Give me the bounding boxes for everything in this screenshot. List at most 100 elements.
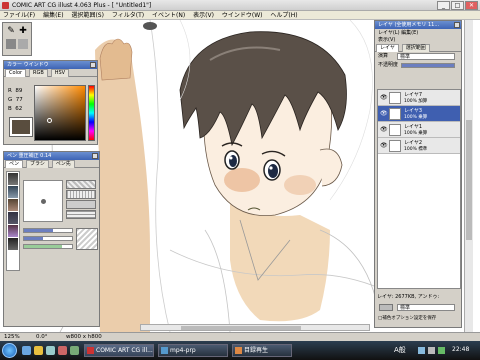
brush-preset-item[interactable] (8, 225, 18, 237)
tab-brush[interactable]: ブラシ (25, 160, 49, 168)
layer-mode: 100% 標準 (404, 147, 428, 152)
network-icon[interactable] (418, 347, 425, 354)
start-button-icon[interactable] (2, 343, 17, 358)
brush-density-slider[interactable] (23, 236, 73, 241)
color-picker-square[interactable] (34, 85, 86, 141)
player-task-icon (235, 347, 242, 354)
menu-filter[interactable]: フィルタ(T) (109, 11, 147, 20)
minimize-button[interactable]: _ (437, 1, 450, 10)
pen-tool-icon[interactable]: ✎ (6, 26, 16, 36)
slider-fill (24, 237, 44, 240)
opacity-slider[interactable] (401, 63, 455, 68)
tab-pen[interactable]: ペン (5, 160, 24, 168)
current-color-swatch[interactable] (9, 117, 33, 137)
layer-row[interactable]: 👁 レイヤ1 100% 乗算 (378, 122, 460, 138)
layer-bottom-select[interactable]: 標準 (397, 304, 455, 311)
horizontal-scrollbar[interactable] (140, 324, 370, 331)
g-value: 77 (15, 97, 23, 103)
brush-preset-item[interactable] (8, 173, 18, 185)
layer-row-selected[interactable]: 👁 レイヤ3 100% 乗算 (378, 106, 460, 122)
texture-swatch[interactable] (66, 200, 96, 209)
menu-selection[interactable]: 選択範囲(S) (68, 11, 107, 20)
eye-icon[interactable]: 👁 (380, 110, 388, 117)
fill-tool-icon[interactable] (18, 39, 28, 49)
vertical-scrollbar-thumb[interactable] (466, 120, 472, 240)
menu-view[interactable]: 表示(V) (190, 11, 217, 20)
layer-menu-edit[interactable]: 編集(E) (401, 30, 418, 36)
system-tray: A般 22:48 (390, 341, 480, 360)
hue-slider[interactable] (88, 85, 95, 141)
menu-help[interactable]: ヘルプ(H) (267, 11, 300, 20)
tab-selection-range[interactable]: 選択範囲 (401, 44, 430, 52)
task-label: mp4-prp (170, 347, 196, 354)
tab-rgb[interactable]: RGB (28, 69, 48, 77)
maximize-button[interactable]: □ (451, 1, 464, 10)
move-tool-icon[interactable]: ✚ (18, 26, 28, 36)
texture-swatch[interactable] (66, 190, 96, 199)
quicklaunch-app-icon[interactable] (58, 346, 67, 355)
window-title: COMIC ART CG illust 4.063 Plus - [ "Unti… (12, 2, 152, 9)
tab-hsv[interactable]: HSV (50, 69, 70, 77)
texture-swatch[interactable] (66, 210, 96, 219)
brush-preset-item[interactable] (8, 238, 18, 250)
brush-texture-preview[interactable] (76, 228, 98, 250)
task-mp4[interactable]: mp4-prp (158, 344, 228, 357)
eye-icon[interactable]: 👁 (380, 94, 388, 101)
layer-menu-layer[interactable]: レイヤ(L) (378, 30, 400, 36)
brush-preset-item[interactable] (8, 186, 18, 198)
menu-edit[interactable]: 編集(E) (40, 11, 66, 20)
quicklaunch-media-icon[interactable] (46, 346, 55, 355)
status-bar: 125% 0.0° w800 x h800 (0, 332, 480, 341)
quicklaunch-folder-icon[interactable] (34, 346, 43, 355)
eraser-tool-icon[interactable] (6, 39, 16, 49)
scrollbar-thumb[interactable] (181, 326, 301, 330)
task-comic-art[interactable]: COMIC ART CG ill... (84, 344, 154, 357)
layer-menu-view-row: 表示(V) (375, 37, 461, 44)
color-window: カラー ウインドウ Color RGB HSV R 89 G 77 B 62 (3, 60, 98, 145)
title-bar: COMIC ART CG illust 4.063 Plus - [ "Unti… (0, 0, 480, 11)
quicklaunch-app2-icon[interactable] (70, 346, 79, 355)
layer-thumbnail (389, 92, 401, 104)
brush-size-slider[interactable] (23, 228, 73, 233)
clock[interactable]: 22:48 (452, 346, 469, 353)
menu-window[interactable]: ウインドウ(W) (219, 11, 266, 20)
color-window-title: カラー ウインドウ (4, 61, 97, 69)
layer-thumbnail (389, 124, 401, 136)
tab-color[interactable]: Color (5, 69, 27, 77)
menu-event[interactable]: イベント(N) (149, 11, 188, 20)
blend-mode-select[interactable]: 標準 (397, 53, 455, 60)
blend-mode-label: 演算 (378, 53, 389, 59)
texture-swatch[interactable] (66, 180, 96, 189)
close-button[interactable]: ✕ (465, 1, 478, 10)
tab-pentip[interactable]: ペン先 (51, 160, 75, 168)
layer-window-close-icon[interactable] (454, 22, 460, 28)
texture-swatches (66, 180, 96, 222)
vertical-scrollbar[interactable] (464, 20, 473, 332)
brush-preset-item[interactable] (8, 199, 18, 211)
layer-bottom-icon[interactable] (379, 304, 393, 311)
task-player[interactable]: 目録再生 (232, 344, 292, 357)
menu-file[interactable]: ファイル(F) (0, 11, 38, 20)
layer-menu-view[interactable]: 表示(V) (378, 37, 395, 43)
quicklaunch-ie-icon[interactable] (22, 346, 31, 355)
volume-icon[interactable] (428, 347, 435, 354)
brush-blend-slider[interactable] (23, 244, 73, 249)
layer-name: レイヤ7 (404, 92, 423, 98)
color-window-close-icon[interactable] (90, 62, 96, 68)
layer-name: レイヤ2 (404, 140, 423, 146)
comic-art-task-icon (87, 347, 94, 354)
brush-preset-list (6, 171, 20, 271)
slider-fill (24, 245, 63, 248)
ime-indicator[interactable]: A般 (394, 345, 406, 355)
tray-icon[interactable] (438, 347, 445, 354)
tab-layer[interactable]: レイヤ (376, 44, 399, 52)
layer-window-title-text: レイヤ (全使用メモリ 11... (378, 22, 440, 28)
eye-icon[interactable]: 👁 (380, 142, 388, 149)
layer-row[interactable]: 👁 レイヤ7 100% 加算 (378, 90, 460, 106)
layer-row[interactable]: 👁 レイヤ2 100% 標準 (378, 138, 460, 154)
save-option-checkbox[interactable]: □補色オプション設定を保存 (378, 315, 462, 322)
eye-icon[interactable]: 👁 (380, 126, 388, 133)
pen-window-close-icon[interactable] (92, 153, 98, 159)
layer-name: レイヤ1 (404, 124, 423, 130)
brush-preset-item[interactable] (8, 212, 18, 224)
